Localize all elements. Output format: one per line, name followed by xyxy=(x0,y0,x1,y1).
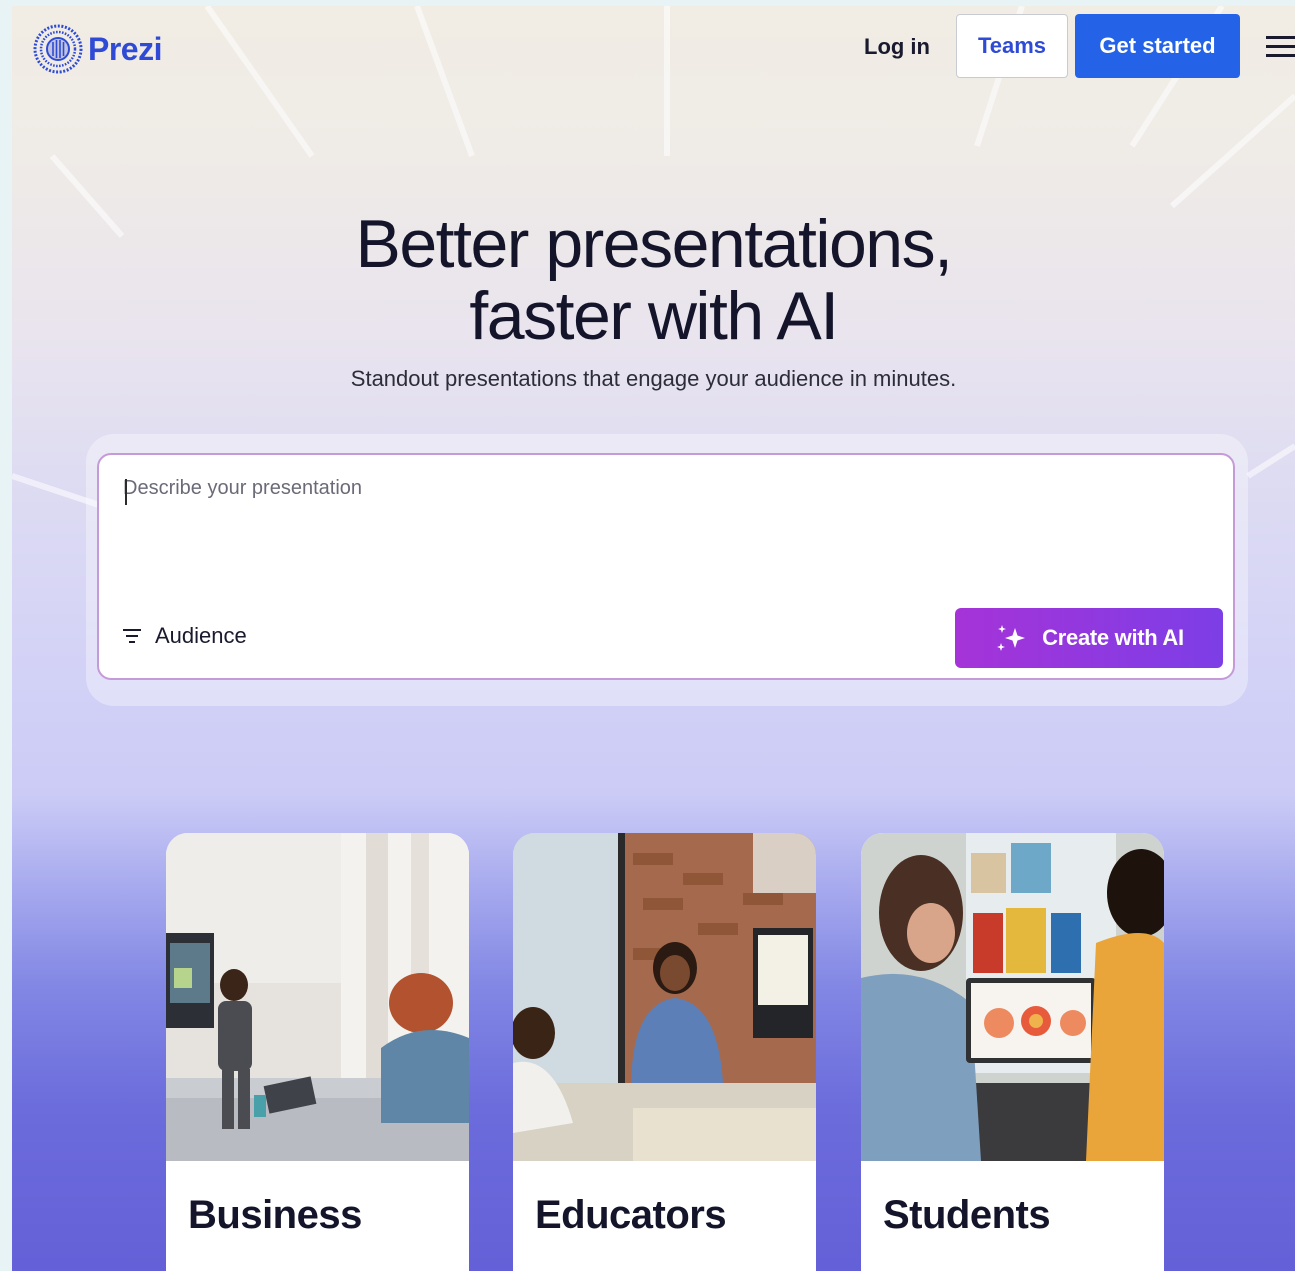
card-title-business: Business xyxy=(188,1193,362,1237)
hero-title: Better presentations, faster with AI xyxy=(12,208,1295,352)
card-title-educators: Educators xyxy=(535,1193,727,1237)
sparkle-icon xyxy=(997,625,1026,651)
logo-text: Prezi xyxy=(88,30,162,67)
top-nav: Prezi Log in Teams Get started xyxy=(12,6,1295,90)
page: Prezi Log in Teams Get started Better pr… xyxy=(12,6,1295,1271)
get-started-button[interactable]: Get started xyxy=(1075,14,1240,78)
filter-icon xyxy=(123,629,141,643)
card-educators[interactable]: Educators xyxy=(513,833,816,1271)
hero-subtitle: Standout presentations that engage your … xyxy=(350,366,957,391)
create-with-ai-label: Create with AI xyxy=(1042,625,1184,650)
login-link[interactable]: Log in xyxy=(864,34,930,60)
card-title-students: Students xyxy=(883,1193,1051,1237)
create-with-ai-button[interactable]: Create with AI xyxy=(955,608,1223,668)
hero-title-line1: Better presentations, xyxy=(355,206,953,282)
prompt-box: Audience Create with AI xyxy=(97,453,1235,680)
business-photo xyxy=(166,833,469,1161)
card-business[interactable]: Business xyxy=(166,833,469,1271)
prezi-logo-icon xyxy=(33,24,83,74)
students-photo xyxy=(861,833,1164,1161)
audience-selector[interactable]: Audience xyxy=(123,623,247,649)
prezi-logo[interactable]: Prezi xyxy=(32,23,162,75)
text-caret xyxy=(125,479,127,505)
teams-button[interactable]: Teams xyxy=(956,14,1068,78)
card-students[interactable]: Students xyxy=(861,833,1164,1271)
educators-photo xyxy=(513,833,816,1161)
hamburger-menu-icon[interactable] xyxy=(1266,36,1295,58)
describe-presentation-input[interactable] xyxy=(123,477,1203,587)
hero-title-line2: faster with AI xyxy=(469,278,839,354)
audience-label: Audience xyxy=(155,623,247,648)
